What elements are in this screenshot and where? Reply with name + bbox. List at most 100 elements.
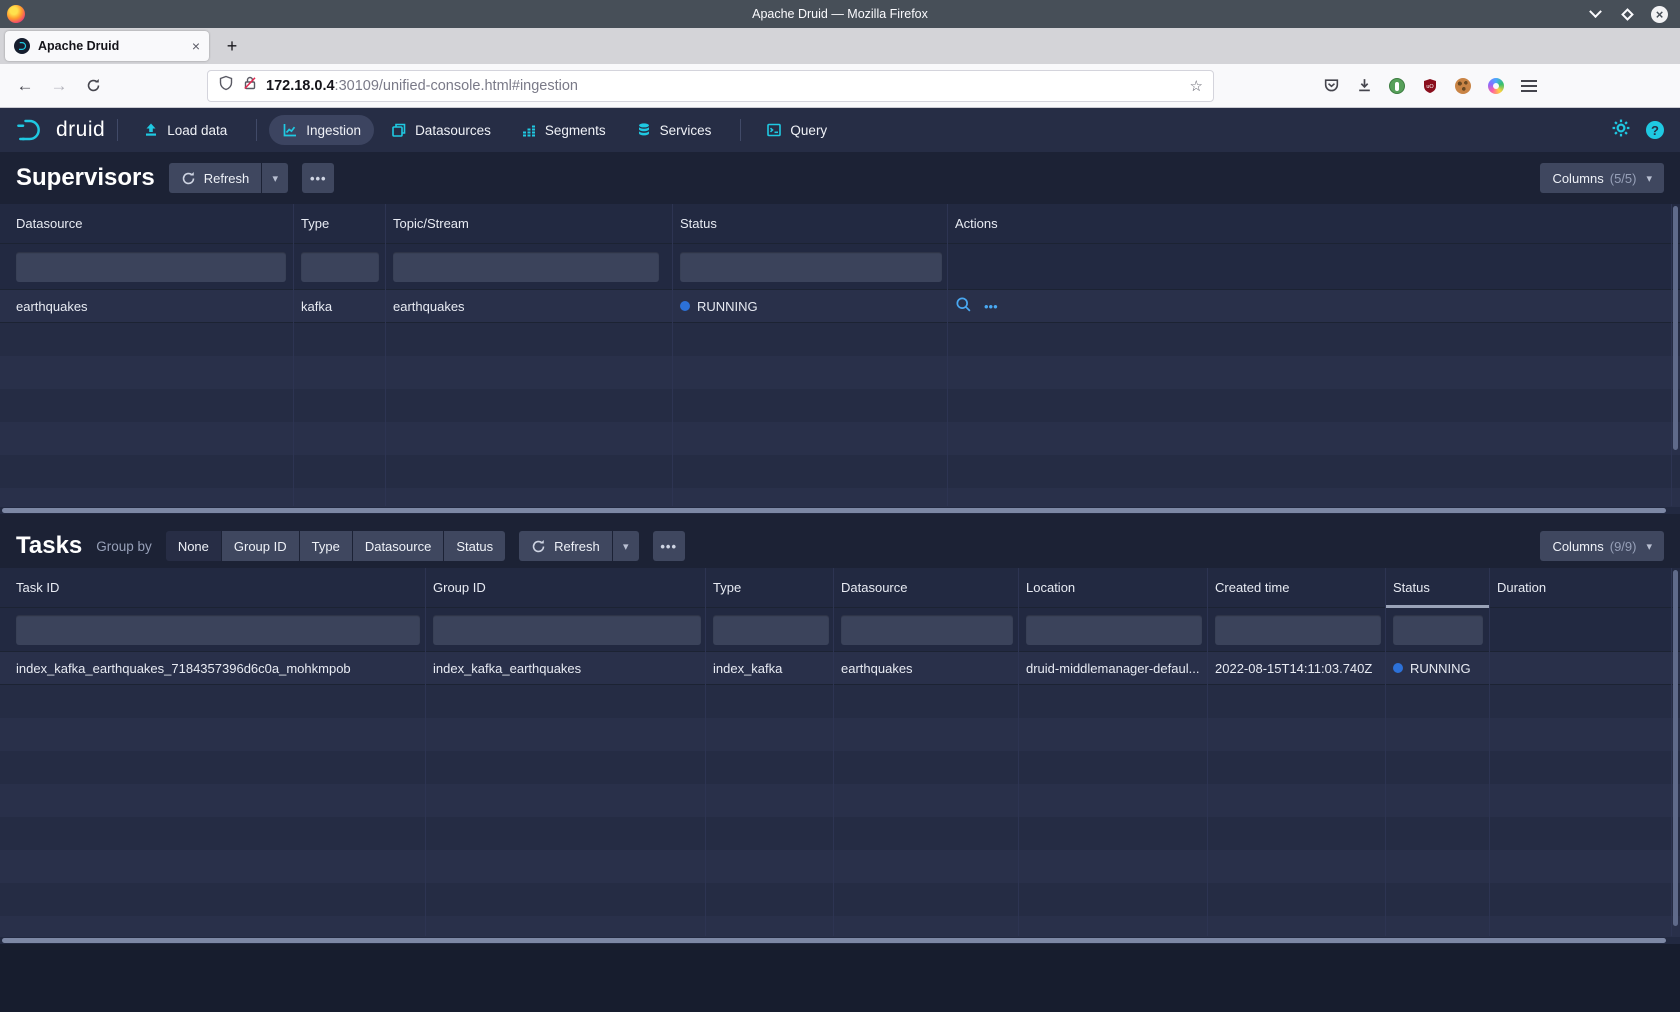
task-datasource: earthquakes	[833, 661, 1018, 676]
column-header-group-id[interactable]: Group ID	[425, 580, 705, 595]
horizontal-scrollbar[interactable]	[2, 508, 1666, 513]
filter-input-datasource[interactable]	[16, 252, 286, 282]
chevron-down-icon: ▾	[1646, 540, 1652, 553]
supervisor-topic-stream: earthquakes	[385, 299, 672, 314]
task-type: index_kafka	[705, 661, 833, 676]
row-more-icon[interactable]: •••	[984, 299, 998, 314]
nav-services-label: Services	[660, 123, 712, 138]
supervisors-columns-button[interactable]: Columns (5/5) ▾	[1540, 163, 1664, 193]
nav-load-data[interactable]: Load data	[130, 115, 240, 145]
vertical-scrollbar[interactable]	[1673, 570, 1678, 926]
tab-close-icon[interactable]: ×	[192, 38, 200, 54]
filter-input-created-time[interactable]	[1215, 615, 1381, 645]
tasks-more-button[interactable]: •••	[653, 531, 685, 561]
back-button[interactable]: ←	[8, 71, 42, 101]
druid-nav: druid Load data Ingestion Datasou	[0, 108, 1680, 152]
task-row[interactable]: index_kafka_earthquakes_7184357396d6c0a_…	[0, 652, 1680, 685]
forward-button[interactable]: →	[42, 71, 76, 101]
menu-icon[interactable]	[1520, 77, 1538, 95]
supervisor-row[interactable]: earthquakes kafka earthquakes RUNNING ••…	[0, 290, 1680, 323]
nav-query[interactable]: Query	[753, 115, 840, 145]
filter-input-type[interactable]	[301, 252, 379, 282]
horizontal-scrollbar[interactable]	[2, 938, 1666, 943]
sort-indicator	[1385, 605, 1489, 608]
supervisor-type: kafka	[293, 299, 385, 314]
column-header-task-id[interactable]: Task ID	[0, 580, 425, 595]
group-by-status-button[interactable]: Status	[444, 531, 505, 561]
task-group-id: index_kafka_earthquakes	[425, 661, 705, 676]
druid-logo[interactable]: druid	[16, 117, 105, 143]
nav-ingestion[interactable]: Ingestion	[269, 115, 374, 145]
empty-rows-area	[0, 323, 1680, 507]
supervisors-title: Supervisors	[16, 164, 155, 192]
nav-services[interactable]: Services	[623, 115, 725, 145]
maximize-button[interactable]	[1619, 6, 1635, 22]
nav-separator	[740, 119, 741, 141]
supervisors-table-header: Datasource Type Topic/Stream Status Acti…	[0, 204, 1680, 244]
column-header-type[interactable]: Type	[293, 216, 385, 231]
url-bar[interactable]: 172.18.0.4:30109/unified-console.html#in…	[207, 70, 1214, 102]
filter-input-location[interactable]	[1026, 615, 1202, 645]
maximize-icon	[1621, 8, 1634, 21]
tasks-table: Task ID Group ID Type Datasource Locatio…	[0, 568, 1680, 944]
datasources-icon	[391, 122, 407, 138]
group-by-group-id-button[interactable]: Group ID	[222, 531, 299, 561]
tasks-columns-button[interactable]: Columns (9/9) ▾	[1540, 531, 1664, 561]
pocket-icon[interactable]	[1322, 77, 1340, 95]
column-header-actions[interactable]: Actions	[947, 216, 1680, 231]
supervisors-refresh-caret-button[interactable]: ▾	[262, 163, 288, 193]
supervisors-refresh-button[interactable]: Refresh	[169, 163, 262, 193]
group-by-type-button[interactable]: Type	[300, 531, 352, 561]
filter-input-topic-stream[interactable]	[393, 252, 659, 282]
column-header-topic-stream[interactable]: Topic/Stream	[385, 216, 672, 231]
chevron-down-icon: ▾	[1646, 172, 1652, 185]
url-text[interactable]: 172.18.0.4:30109/unified-console.html#in…	[266, 78, 1182, 94]
load-data-icon	[143, 122, 159, 138]
url-path: :30109/unified-console.html#ingestion	[335, 78, 578, 94]
cookie-extension-icon[interactable]	[1454, 77, 1472, 95]
settings-gear-icon[interactable]	[1612, 119, 1630, 142]
downloads-icon[interactable]	[1355, 77, 1373, 95]
group-by-datasource-button[interactable]: Datasource	[353, 531, 443, 561]
shield-icon[interactable]	[218, 75, 234, 96]
supervisor-datasource: earthquakes	[0, 299, 293, 314]
minimize-button[interactable]	[1587, 6, 1603, 22]
browser-tab[interactable]: Apache Druid ×	[5, 31, 209, 61]
close-button[interactable]: ×	[1651, 6, 1668, 23]
bookmark-star-icon[interactable]: ☆	[1190, 77, 1203, 95]
supervisors-more-button[interactable]: •••	[302, 163, 334, 193]
insecure-lock-icon[interactable]	[242, 75, 258, 96]
nav-segments[interactable]: Segments	[508, 115, 619, 145]
new-tab-button[interactable]: +	[217, 31, 247, 61]
vertical-scrollbar[interactable]	[1673, 206, 1678, 450]
ublock-origin-icon[interactable]: uO	[1421, 77, 1439, 95]
filter-input-status[interactable]	[680, 252, 942, 282]
filter-input-datasource[interactable]	[841, 615, 1013, 645]
status-text: RUNNING	[1410, 661, 1471, 676]
column-header-status[interactable]: Status	[672, 216, 947, 231]
column-header-datasource[interactable]: Datasource	[833, 580, 1018, 595]
reload-button[interactable]	[76, 71, 110, 101]
column-header-type[interactable]: Type	[705, 580, 833, 595]
filter-input-task-id[interactable]	[16, 615, 420, 645]
column-header-datasource[interactable]: Datasource	[0, 216, 293, 231]
task-created-time: 2022-08-15T14:11:03.740Z	[1207, 661, 1385, 676]
colorful-extension-icon[interactable]	[1487, 77, 1505, 95]
help-icon[interactable]: ?	[1646, 121, 1664, 139]
column-header-status-sorted[interactable]: Status	[1385, 580, 1489, 595]
supervisors-header: Supervisors Refresh ▾ ••• Columns (5/5) …	[0, 152, 1680, 204]
column-header-created-time[interactable]: Created time	[1207, 580, 1385, 595]
tasks-refresh-button[interactable]: Refresh	[519, 531, 612, 561]
ingestion-icon	[282, 122, 298, 138]
column-header-location[interactable]: Location	[1018, 580, 1207, 595]
magnifier-icon[interactable]	[955, 296, 972, 316]
tasks-title: Tasks	[16, 532, 82, 560]
extension-green-icon[interactable]	[1388, 77, 1406, 95]
column-header-duration[interactable]: Duration	[1489, 580, 1680, 595]
filter-input-status[interactable]	[1393, 615, 1483, 645]
group-by-none-button[interactable]: None	[166, 531, 221, 561]
filter-input-type[interactable]	[713, 615, 829, 645]
filter-input-group-id[interactable]	[433, 615, 701, 645]
tasks-refresh-caret-button[interactable]: ▾	[613, 531, 639, 561]
nav-datasources[interactable]: Datasources	[378, 115, 504, 145]
